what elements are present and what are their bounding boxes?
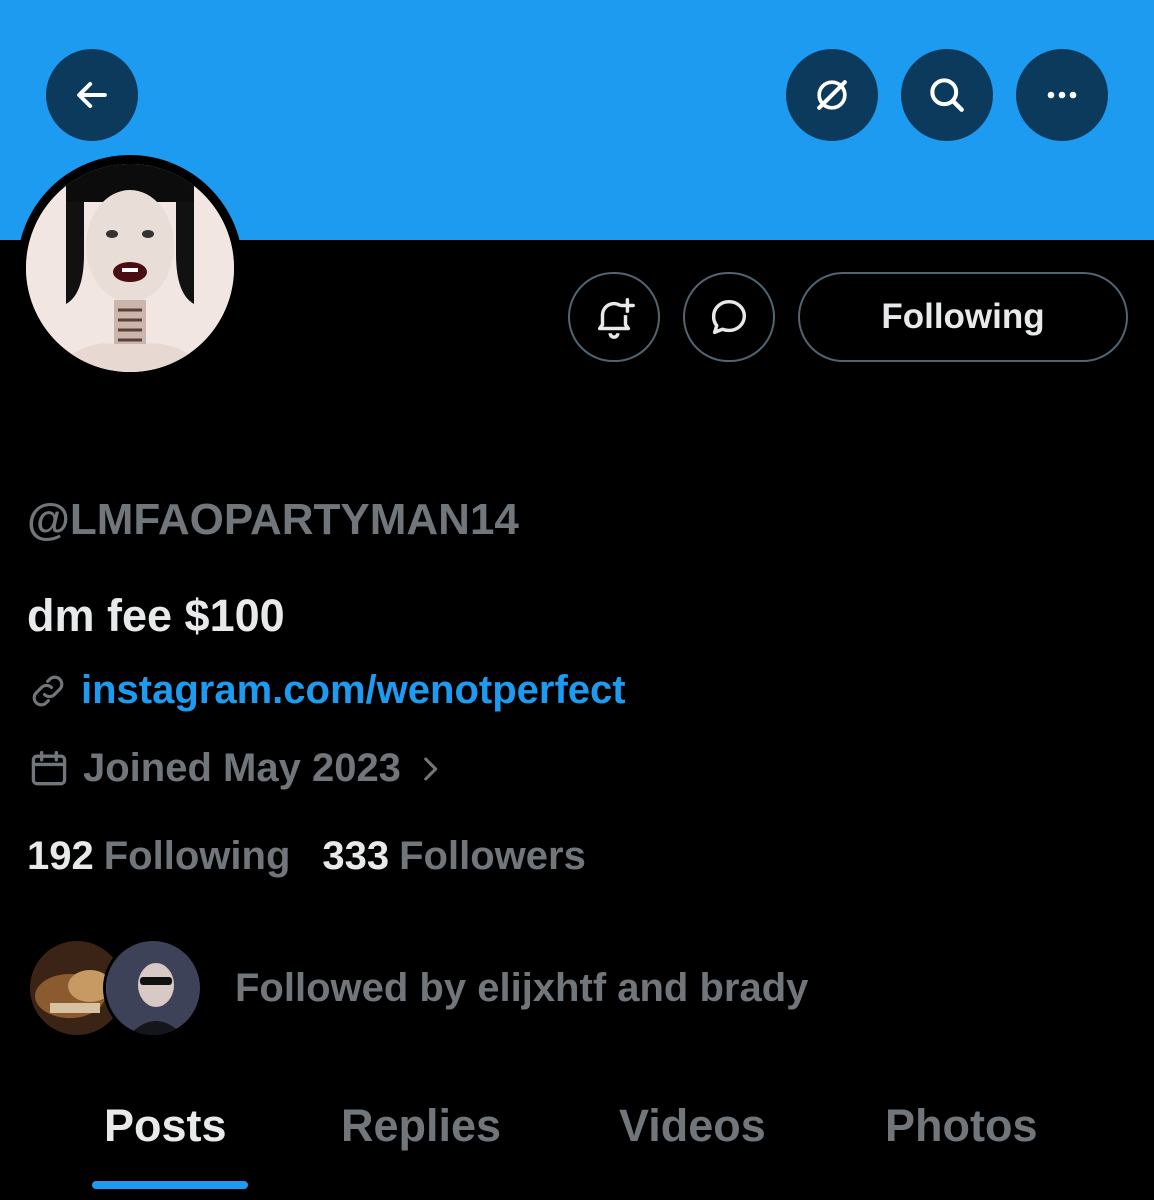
avatar-image: [26, 164, 234, 372]
active-tab-indicator: [92, 1181, 248, 1189]
profile-handle: @LMFAOPARTYMAN14: [27, 495, 519, 544]
profile-avatar[interactable]: [17, 155, 243, 381]
tab-videos[interactable]: Videos: [619, 1100, 766, 1152]
more-button[interactable]: [1016, 49, 1108, 141]
followers-label: Followers: [399, 834, 586, 878]
search-icon: [930, 78, 964, 112]
followers-count: 333: [322, 834, 390, 878]
chevron-right-icon: [424, 757, 438, 780]
profile-bio: dm fee $100: [27, 590, 285, 641]
message-button[interactable]: [683, 272, 775, 362]
calendar-icon: [31, 750, 67, 785]
tab-posts[interactable]: Posts: [104, 1100, 227, 1152]
followed-by-row[interactable]: Followed by elijxhtf and brady: [27, 938, 808, 1038]
arrow-left-icon: [77, 81, 107, 109]
joined-date: Joined May 2023: [83, 746, 401, 790]
back-button[interactable]: [46, 49, 138, 141]
message-bubble-icon: [711, 299, 746, 335]
tab-photos[interactable]: Photos: [885, 1100, 1038, 1152]
profile-link-row: instagram.com/wenotperfect: [27, 668, 626, 713]
grok-button[interactable]: [786, 49, 878, 141]
follower-avatar-2: [103, 938, 203, 1038]
following-button[interactable]: Following: [798, 272, 1128, 362]
tab-replies[interactable]: Replies: [341, 1100, 501, 1152]
notify-button[interactable]: [568, 272, 660, 362]
following-label: Following: [103, 834, 291, 878]
joined-row[interactable]: Joined May 2023: [27, 746, 447, 791]
following-stat[interactable]: 192 Following: [27, 834, 290, 879]
link-icon: [32, 675, 64, 706]
search-button[interactable]: [901, 49, 993, 141]
grok-icon: [817, 80, 847, 110]
bell-plus-icon: [597, 298, 635, 339]
followers-stat[interactable]: 333 Followers: [322, 834, 585, 879]
following-count: 192: [27, 834, 94, 878]
followed-by-text: Followed by elijxhtf and brady: [235, 965, 809, 1010]
more-horizontal-icon: [1047, 91, 1077, 99]
follow-stats: 192 Following 333 Followers: [27, 834, 586, 879]
profile-link[interactable]: instagram.com/wenotperfect: [81, 668, 626, 713]
